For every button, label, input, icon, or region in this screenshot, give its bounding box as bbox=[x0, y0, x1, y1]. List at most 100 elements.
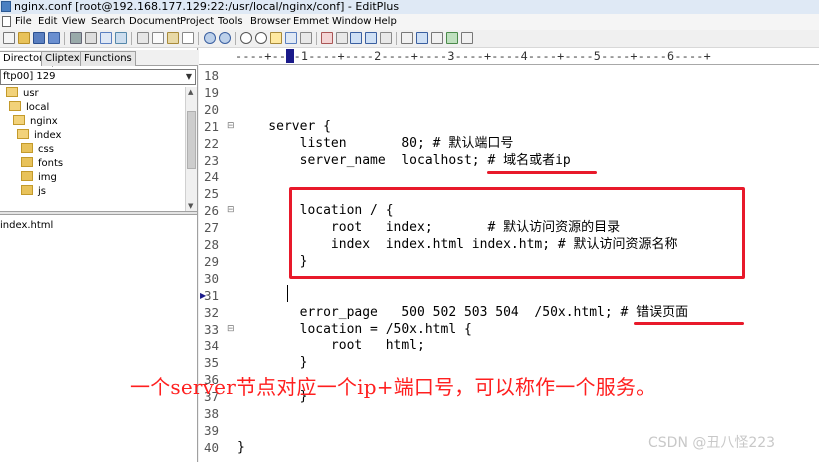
whitespace-icon[interactable] bbox=[380, 32, 392, 44]
fold-toggle-icon[interactable]: ⊟ bbox=[227, 321, 235, 338]
line-number: 24 bbox=[204, 169, 220, 185]
code-line: location = /50x.html { bbox=[237, 321, 472, 337]
spell-check-icon[interactable] bbox=[100, 32, 112, 44]
line-number-icon[interactable] bbox=[365, 32, 377, 44]
word-wrap-icon[interactable] bbox=[336, 32, 348, 44]
tree-item-label: css bbox=[38, 144, 54, 155]
tree-item-img[interactable]: img bbox=[21, 171, 57, 185]
undo-icon[interactable] bbox=[204, 32, 216, 44]
cut-icon[interactable] bbox=[137, 32, 149, 44]
tree-item-css[interactable]: css bbox=[21, 143, 54, 157]
save-icon[interactable] bbox=[33, 32, 45, 44]
line-number: 33 bbox=[204, 321, 220, 337]
file-item-index-html[interactable]: index.html bbox=[0, 219, 53, 233]
line-number: 28 bbox=[204, 237, 220, 252]
find-icon[interactable] bbox=[240, 32, 252, 44]
ftp-icon[interactable] bbox=[115, 32, 127, 44]
folder-open-icon bbox=[17, 129, 29, 139]
annotation-box-location bbox=[289, 187, 745, 279]
editplus-app-icon bbox=[1, 1, 11, 12]
tree-scrollbar[interactable]: ▲ ▼ bbox=[185, 87, 197, 211]
line-number: 39 bbox=[204, 422, 220, 438]
column-ruler: ----+----1----+----2----+----3----+----4… bbox=[199, 48, 819, 65]
text-caret bbox=[287, 285, 288, 302]
line-number: 25 bbox=[204, 186, 220, 202]
code-line: root html; bbox=[237, 338, 425, 354]
menu-help[interactable]: Help bbox=[374, 14, 397, 30]
tree-item-nginx[interactable]: nginx bbox=[13, 115, 58, 129]
annotation-caption: 一个server节点对应一个ip+端口号，可以称作一个服务。 bbox=[130, 375, 657, 399]
line-number: 22 bbox=[204, 135, 220, 151]
scroll-down-icon[interactable]: ▼ bbox=[188, 202, 193, 210]
window-icon[interactable] bbox=[401, 32, 413, 44]
menu-file[interactable]: File bbox=[15, 14, 32, 30]
copy-icon[interactable] bbox=[152, 32, 164, 44]
line-number: 19 bbox=[204, 84, 220, 100]
view-in-browser-icon[interactable] bbox=[446, 32, 458, 44]
line-number: 31 bbox=[204, 287, 220, 303]
scrollbar-thumb[interactable] bbox=[187, 111, 196, 169]
output-window-icon[interactable] bbox=[431, 32, 443, 44]
menu-bar: File Edit View Search Document Project T… bbox=[0, 14, 819, 30]
delete-icon[interactable] bbox=[182, 32, 194, 44]
folder-icon bbox=[21, 185, 33, 195]
open-folder-icon[interactable] bbox=[18, 32, 30, 44]
directory-window-icon[interactable] bbox=[416, 32, 428, 44]
code-line: error_page 500 502 503 504 /50x.html; # … bbox=[237, 304, 689, 320]
code-line: } bbox=[237, 355, 308, 371]
line-number: 26 bbox=[204, 203, 220, 219]
redo-icon[interactable] bbox=[219, 32, 231, 44]
menu-project[interactable]: Project bbox=[180, 14, 214, 30]
line-number: 21 bbox=[204, 118, 220, 134]
menu-edit[interactable]: Edit bbox=[38, 14, 57, 30]
toolbar-separator bbox=[316, 32, 317, 45]
menu-view[interactable]: View bbox=[62, 14, 86, 30]
folder-icon bbox=[21, 143, 33, 153]
menu-window[interactable]: Window bbox=[332, 14, 371, 30]
tree-item-fonts[interactable]: fonts bbox=[21, 157, 63, 171]
new-file-icon[interactable] bbox=[3, 32, 15, 44]
line-number: 38 bbox=[204, 406, 220, 421]
tree-item-label: js bbox=[38, 186, 46, 197]
tree-item-js[interactable]: js bbox=[21, 185, 46, 199]
fold-toggle-icon[interactable]: ⊟ bbox=[227, 202, 235, 219]
sidebar-tabs: Directory Cliptext Functions bbox=[0, 50, 198, 67]
tree-item-local[interactable]: local bbox=[9, 101, 49, 115]
directory-select[interactable]: ftp00] 129 ▼ bbox=[0, 69, 196, 85]
font-icon[interactable] bbox=[321, 32, 333, 44]
scroll-up-icon[interactable]: ▲ bbox=[188, 88, 193, 96]
line-number: 29 bbox=[204, 253, 220, 269]
ruler-scale: ----+----1----+----2----+----3----+----4… bbox=[235, 49, 711, 63]
pane-splitter[interactable] bbox=[0, 211, 197, 215]
line-number: 18 bbox=[204, 68, 220, 83]
menu-search[interactable]: Search bbox=[91, 14, 125, 30]
ruler-cursor-marker bbox=[286, 49, 294, 63]
goto-line-icon[interactable] bbox=[285, 32, 297, 44]
tree-item-usr[interactable]: usr bbox=[6, 87, 39, 101]
line-number: 23 bbox=[204, 152, 220, 168]
save-all-icon[interactable] bbox=[48, 32, 60, 44]
ruler-toggle-icon[interactable] bbox=[350, 32, 362, 44]
paste-icon[interactable] bbox=[167, 32, 179, 44]
menu-document[interactable]: Document bbox=[129, 14, 181, 30]
print-preview-icon[interactable] bbox=[85, 32, 97, 44]
code-editor[interactable]: 18 19 20 21 ⊟ 22 23 24 25 26 ⊟ 27 28 29 30 31 ▶ 32 33 ⊟ 34 35… bbox=[199, 65, 819, 462]
find-in-files-icon[interactable] bbox=[270, 32, 282, 44]
tree-item-index[interactable]: index bbox=[17, 129, 61, 143]
menu-tools[interactable]: Tools bbox=[218, 14, 243, 30]
line-number: 32 bbox=[204, 304, 220, 320]
toolbar-separator bbox=[198, 32, 199, 45]
print-icon[interactable] bbox=[70, 32, 82, 44]
bookmark-icon[interactable] bbox=[300, 32, 312, 44]
code-line: server_name localhost; # 域名或者ip bbox=[237, 152, 571, 168]
menu-browser[interactable]: Browser bbox=[250, 14, 291, 30]
line-number: 20 bbox=[204, 101, 220, 117]
replace-icon[interactable] bbox=[255, 32, 267, 44]
fold-toggle-icon[interactable]: ⊟ bbox=[227, 118, 235, 135]
chevron-down-icon[interactable]: ▼ bbox=[186, 70, 192, 84]
folder-tree: usr local nginx index css fonts img js bbox=[0, 87, 184, 209]
menu-emmet[interactable]: Emmet bbox=[293, 14, 329, 30]
tab-functions[interactable]: Functions bbox=[80, 51, 136, 66]
folder-open-icon bbox=[13, 115, 25, 125]
fullscreen-icon[interactable] bbox=[461, 32, 473, 44]
